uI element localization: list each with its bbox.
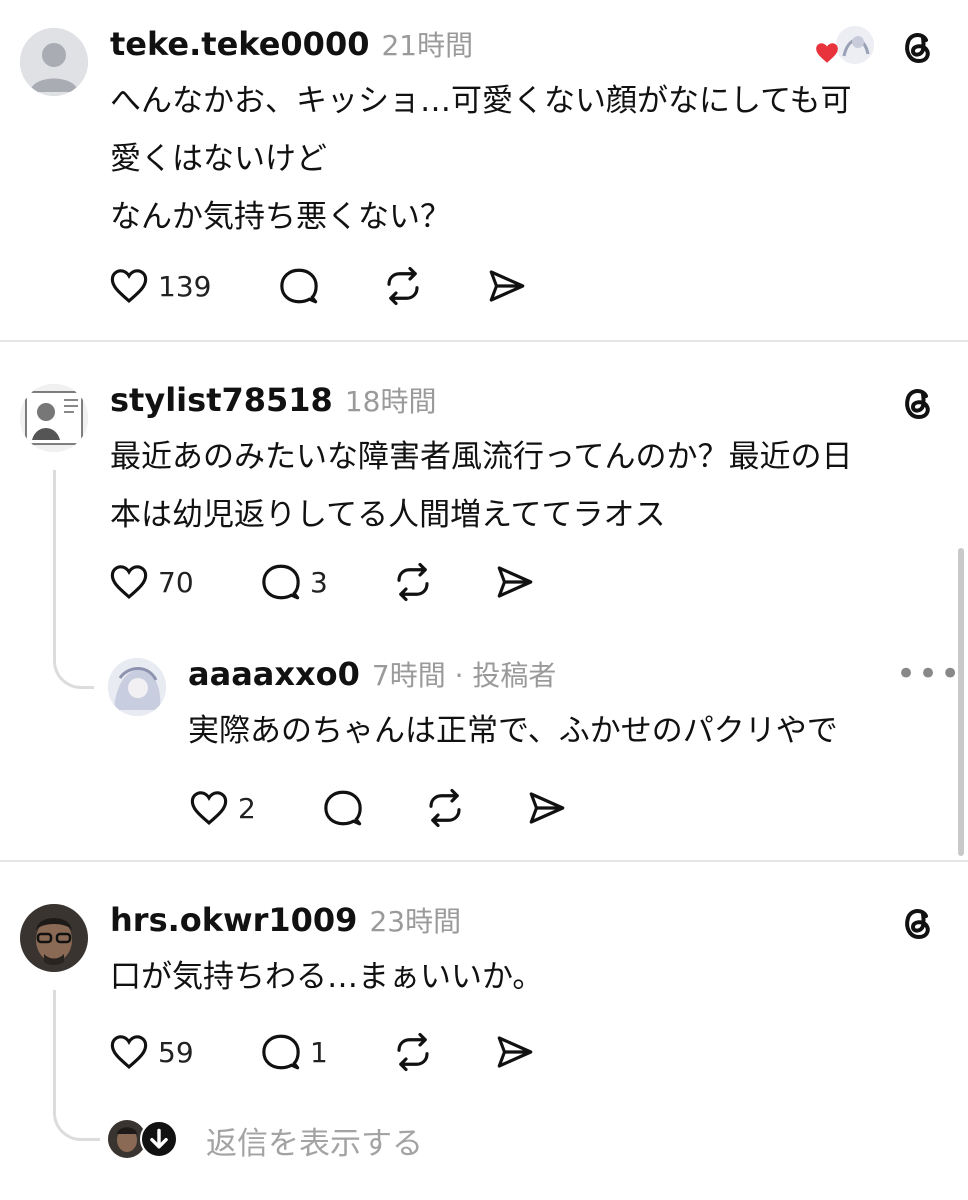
post-text: へんなかお、キッショ…可愛くない顔がなにしても可 愛くはないけど なんか気持ち悪… [110, 72, 852, 246]
repost-button[interactable] [392, 561, 494, 603]
comment-icon [262, 1034, 300, 1070]
thread-connector [53, 990, 100, 1141]
text-line: 本は幼児返りしてる人間増えててラオス [110, 497, 666, 533]
heart-outline-icon [110, 565, 148, 599]
send-icon [489, 270, 525, 302]
reply-actions: 2 [188, 784, 568, 832]
like-count: 70 [158, 565, 194, 599]
like-button[interactable]: 59 [108, 1031, 260, 1073]
username[interactable]: aaaaxxo0 [188, 655, 360, 693]
timestamp: 23時間 [369, 905, 462, 938]
thread-connector [53, 470, 94, 689]
reply-header: aaaaxxo0 7時間 · 投稿者 [188, 654, 556, 694]
post-actions: 59 1 [108, 1028, 536, 1076]
show-replies-label: 返信を表示する [206, 1126, 423, 1162]
photo-avatar-icon [20, 904, 88, 972]
post-header: hrs.okwr1009 23時間 [110, 900, 461, 940]
expand-down-icon [140, 1120, 178, 1158]
text-line: 愛くはないけど [110, 141, 327, 177]
share-button[interactable] [486, 265, 528, 307]
like-count: 59 [158, 1035, 194, 1069]
more-options-icon[interactable]: ••• [896, 654, 962, 694]
liked-by-indicator[interactable] [814, 26, 878, 66]
timestamp: 18時間 [344, 385, 437, 418]
repost-icon [397, 562, 429, 602]
post-header: teke.teke0000 21時間 [110, 24, 473, 64]
repost-button[interactable] [424, 787, 526, 829]
reply-button[interactable] [322, 787, 424, 829]
share-button[interactable] [494, 1031, 536, 1073]
repost-icon [397, 1032, 429, 1072]
default-avatar-icon [20, 28, 88, 96]
send-icon [497, 1036, 533, 1068]
share-button[interactable] [526, 787, 568, 829]
reply-button[interactable] [278, 265, 382, 307]
repost-icon [429, 788, 461, 828]
avatar[interactable] [20, 384, 88, 452]
reply-button[interactable]: 3 [260, 561, 392, 603]
repost-button[interactable] [382, 265, 486, 307]
manga-avatar-icon [20, 384, 88, 452]
text-line: 実際あのちゃんは正常で、ふかせのパクリやで [188, 713, 838, 749]
post-text: 口が気持ちわる…まぁいいか。 [110, 948, 543, 1006]
avatar-default[interactable] [20, 28, 88, 96]
comment-icon [324, 790, 362, 826]
username[interactable]: stylist78518 [110, 381, 333, 419]
reply-button[interactable]: 1 [260, 1031, 392, 1073]
send-icon [529, 792, 565, 824]
post-header: stylist78518 18時間 [110, 380, 436, 420]
divider [0, 340, 968, 342]
username[interactable]: hrs.okwr1009 [110, 901, 357, 939]
post-actions: 70 3 [108, 558, 536, 606]
send-icon [497, 566, 533, 598]
anime-avatar-icon [108, 658, 166, 716]
heart-outline-icon [110, 269, 148, 303]
repost-icon [387, 266, 419, 306]
like-count: 139 [158, 269, 212, 303]
avatar[interactable] [108, 658, 166, 716]
threads-logo-icon[interactable] [896, 902, 938, 944]
like-button[interactable]: 70 [108, 561, 260, 603]
comment-icon [262, 564, 300, 600]
share-button[interactable] [494, 561, 536, 603]
reply-count: 1 [310, 1035, 328, 1069]
like-button[interactable]: 139 [108, 265, 278, 307]
reply-text: 実際あのちゃんは正常で、ふかせのパクリやで [188, 702, 838, 760]
like-button[interactable]: 2 [188, 787, 322, 829]
text-line: なんか気持ち悪くない？ [110, 199, 451, 235]
show-replies-button[interactable]: 返信を表示する [108, 1118, 468, 1162]
timestamp: 21時間 [381, 29, 474, 62]
comment-icon [280, 268, 318, 304]
repost-button[interactable] [392, 1031, 494, 1073]
reply-count: 3 [310, 565, 328, 599]
threads-logo-icon[interactable] [896, 26, 938, 68]
heart-outline-icon [190, 791, 228, 825]
timestamp: 7時間 · 投稿者 [371, 659, 557, 692]
text-line: 最近あのみたいな障害者風流行ってんのか？最近の日 [110, 439, 853, 475]
liker-avatar [836, 26, 874, 64]
heart-outline-icon [110, 1035, 148, 1069]
divider [0, 860, 968, 862]
scrollbar[interactable] [958, 548, 964, 856]
text-line: 口が気持ちわる…まぁいいか。 [110, 959, 544, 995]
like-count: 2 [238, 791, 256, 825]
heart-icon [816, 43, 838, 63]
threads-logo-icon[interactable] [896, 382, 938, 424]
username[interactable]: teke.teke0000 [110, 25, 369, 63]
post-text: 最近あのみたいな障害者風流行ってんのか？最近の日 本は幼児返りしてる人間増えてて… [110, 428, 852, 544]
text-line: へんなかお、キッショ…可愛くない顔がなにしても可 [110, 83, 852, 119]
avatar[interactable] [20, 904, 88, 972]
post-actions: 139 [108, 262, 528, 310]
